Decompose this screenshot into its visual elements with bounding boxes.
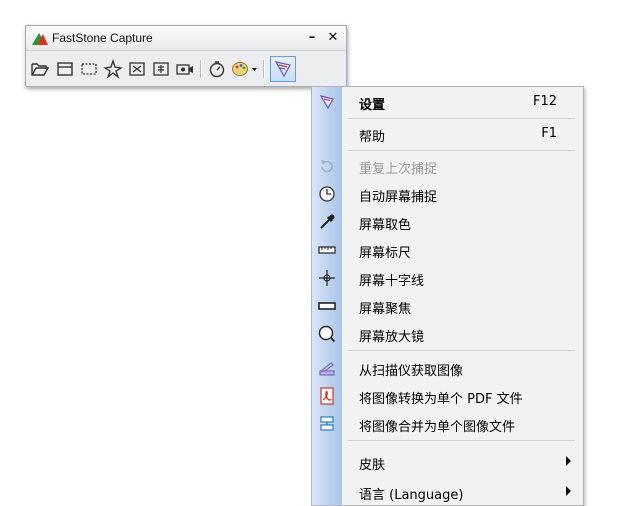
magnifier-icon [318,325,336,343]
menu-item-label: 将图像转换为单个 PDF 文件 [359,392,523,407]
menu-item-shortcut: F1 [541,126,557,141]
menu-separator [348,118,575,119]
menu-item-magnifier[interactable]: 屏幕放大镜 [312,321,583,347]
menu-item-label: 屏幕十字线 [359,274,425,289]
menu-item-label: 设置 [359,98,386,113]
menu-separator [348,440,575,441]
capture-scrolling-button[interactable] [151,59,171,79]
menu-item-skin[interactable]: 皮肤 [312,449,583,475]
menu-item-label: 将图像合并为单个图像文件 [359,420,516,435]
crosshair-icon [318,269,336,287]
repeat-icon [318,157,336,175]
rectangle-icon [81,63,97,75]
menu-item-ruler[interactable]: 屏幕标尺 [312,237,583,263]
faststone-logo-icon [32,31,48,45]
menu-item-label: 自动屏幕捕捉 [359,190,438,205]
minimize-button[interactable]: – [304,29,320,46]
menu-item-label: 皮肤 [359,458,386,473]
open-file-button[interactable] [30,59,50,79]
submenu-arrow-icon [566,456,571,466]
clock-icon [318,185,336,203]
menu-item-screen-focus[interactable]: 屏幕聚焦 [312,293,583,319]
settings-icon [274,61,291,78]
settings-dropdown-menu: 设置 F12 帮助 F1 重复上次捕捉 自动屏幕捕捉 屏幕取色 屏幕标尺 屏幕十… [311,86,584,506]
menu-item-repeat-last-capture[interactable]: 重复上次捕捉 [312,153,583,179]
combine-images-icon [318,415,336,433]
pdf-icon [318,387,336,405]
menu-item-label: 屏幕标尺 [359,246,412,261]
window-title: FastStone Capture [52,31,153,45]
submenu-arrow-icon [566,486,571,496]
menu-item-label: 从扫描仪获取图像 [359,364,464,379]
title-bar[interactable]: FastStone Capture – ✕ [26,26,346,51]
video-icon [176,64,193,75]
focus-bar-icon [318,297,336,315]
menu-item-crosshair[interactable]: 屏幕十字线 [312,265,583,291]
menu-item-label: 屏幕放大镜 [359,330,425,345]
capture-window-button[interactable] [55,59,75,79]
toolbar-separator [200,60,202,78]
folder-open-icon [31,63,50,76]
menu-separator [348,150,575,151]
menu-item-convert-to-pdf[interactable]: 将图像转换为单个 PDF 文件 [312,383,583,409]
delay-timer-button[interactable] [207,59,227,79]
output-destination-button[interactable] [231,59,259,79]
menu-item-auto-capture[interactable]: 自动屏幕捕捉 [312,181,583,207]
menu-separator [348,350,575,351]
freehand-icon [103,59,123,79]
screen-recorder-button[interactable] [175,59,195,79]
menu-item-color-picker[interactable]: 屏幕取色 [312,209,583,235]
capture-toolbar [30,56,342,82]
menu-item-label: 重复上次捕捉 [359,162,438,177]
toolbar-separator [263,60,265,78]
menu-item-language[interactable]: 语言 (Language) [312,479,583,505]
menu-item-help[interactable]: 帮助 F1 [312,121,583,147]
palette-icon [232,62,257,76]
close-button[interactable]: ✕ [325,29,341,46]
menu-item-label: 屏幕聚焦 [359,302,412,317]
faststone-capture-window: FastStone Capture – ✕ [25,25,347,87]
scanner-icon [318,359,336,377]
fullscreen-icon [129,62,145,76]
capture-freehand-button[interactable] [103,59,123,79]
menu-item-acquire-from-scanner[interactable]: 从扫描仪获取图像 [312,355,583,381]
capture-rectangle-button[interactable] [79,59,99,79]
timer-icon [209,61,225,78]
menu-item-label: 屏幕取色 [359,218,412,233]
window-icon [57,62,73,76]
settings-icon [318,93,336,111]
menu-item-shortcut: F12 [532,94,557,109]
scrolling-window-icon [153,62,169,76]
menu-item-label: 帮助 [359,130,386,145]
ruler-icon [318,241,336,259]
settings-menu-button[interactable] [270,56,296,82]
capture-fullscreen-button[interactable] [127,59,147,79]
menu-item-settings[interactable]: 设置 F12 [312,89,583,115]
menu-item-combine-images[interactable]: 将图像合并为单个图像文件 [312,411,583,437]
eyedropper-icon [318,213,336,231]
